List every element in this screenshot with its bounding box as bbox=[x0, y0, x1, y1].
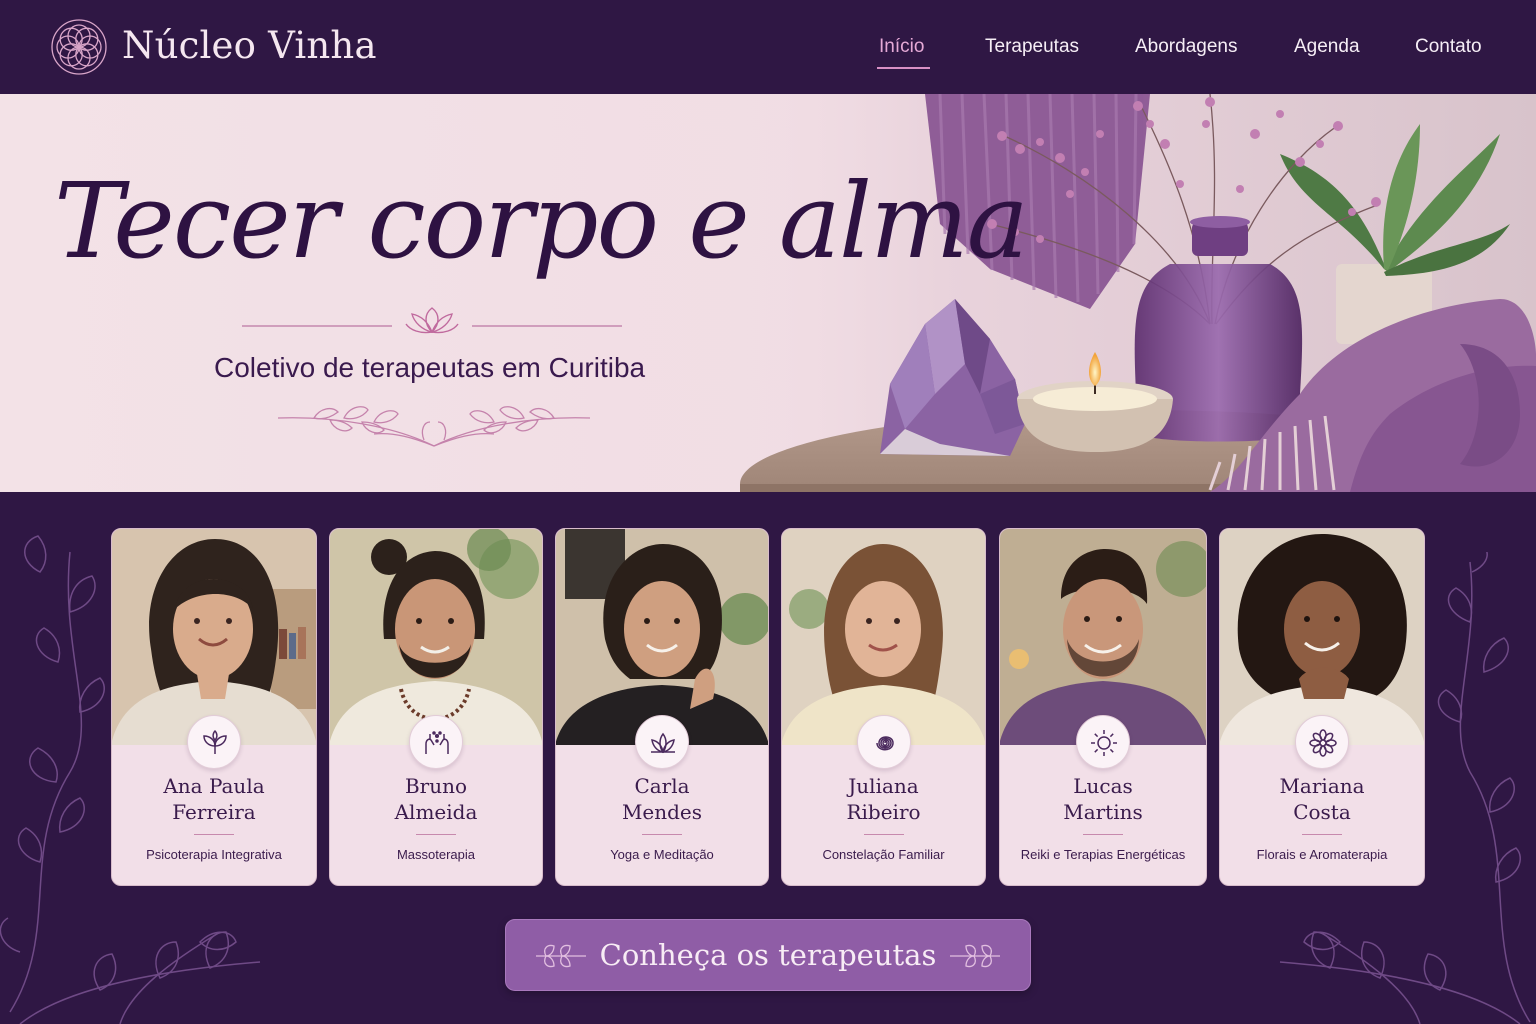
laurel-branch-icon bbox=[277, 406, 591, 447]
nav-agenda[interactable]: Agenda bbox=[1294, 36, 1360, 58]
therapist-name: Bruno Almeida bbox=[394, 774, 478, 824]
therapist-card[interactable]: Ana Paula Ferreira Psicoterapia Integrati… bbox=[111, 528, 317, 886]
spiral-icon bbox=[857, 715, 911, 769]
hero-banner: Tecer corpo e alma Coletivo de terapeuta… bbox=[0, 94, 1536, 492]
site-header: Núcleo Vinha Início Terapeutas Abordagen… bbox=[0, 0, 1536, 94]
therapist-name: Juliana Ribeiro bbox=[846, 774, 921, 824]
brand-name[interactable]: Núcleo Vinha bbox=[122, 24, 377, 67]
nav-terapeutas[interactable]: Terapeutas bbox=[985, 36, 1079, 58]
flower-icon bbox=[1295, 715, 1349, 769]
hero-subtitle: Coletivo de terapeutas em Curitiba bbox=[214, 352, 646, 383]
therapist-specialty: Massoterapia bbox=[396, 847, 476, 862]
therapist-name: Mariana Costa bbox=[1279, 774, 1365, 824]
therapist-photo bbox=[782, 529, 985, 745]
therapist-photo bbox=[1000, 529, 1206, 745]
card-divider bbox=[863, 834, 904, 835]
therapist-card[interactable]: Carla Mendes Yoga e Meditação bbox=[555, 528, 769, 886]
card-divider bbox=[194, 834, 234, 835]
therapist-photo bbox=[330, 529, 542, 745]
therapist-photo bbox=[1220, 529, 1424, 745]
therapist-photo bbox=[112, 529, 316, 745]
therapist-specialty: Psicoterapia Integrativa bbox=[146, 847, 282, 862]
therapist-specialty: Reiki e Terapias Energéticas bbox=[1020, 847, 1186, 862]
nav-contato[interactable]: Contato bbox=[1415, 36, 1482, 58]
lotus-icon bbox=[635, 715, 689, 769]
therapist-photo bbox=[556, 529, 768, 745]
therapist-name: Ana Paula Ferreira bbox=[163, 774, 265, 824]
card-divider bbox=[1302, 834, 1342, 835]
leaf-sprig-icon bbox=[950, 944, 1000, 968]
therapist-specialty: Constelação Familiar bbox=[822, 847, 945, 862]
mandala-logo-icon[interactable] bbox=[50, 18, 108, 76]
therapist-card[interactable]: Juliana Ribeiro Constelação Familiar bbox=[781, 528, 986, 886]
card-divider bbox=[416, 834, 456, 835]
nav-abordagens[interactable]: Abordagens bbox=[1135, 36, 1237, 58]
healing-hands-icon bbox=[409, 715, 463, 769]
hero-title: Tecer corpo e alma bbox=[54, 160, 1029, 282]
therapist-name: Lucas Martins bbox=[1063, 774, 1143, 824]
therapist-card[interactable]: Bruno Almeida Massoterapia bbox=[329, 528, 543, 886]
therapists-section: Ana Paula Ferreira Psicoterapia Integrati… bbox=[0, 492, 1536, 1024]
hero-still-life-image bbox=[740, 94, 1536, 492]
card-divider bbox=[642, 834, 682, 835]
nav-active-indicator bbox=[877, 36, 930, 70]
therapist-card[interactable]: Lucas Martins Reiki e Terapias Energética… bbox=[999, 528, 1207, 886]
lotus-icon bbox=[242, 307, 622, 334]
sun-icon bbox=[1076, 715, 1130, 769]
therapist-specialty: Yoga e Meditação bbox=[610, 847, 714, 862]
sprout-icon bbox=[187, 715, 241, 769]
card-divider bbox=[1083, 834, 1123, 835]
therapist-specialty: Florais e Aromaterapia bbox=[1256, 847, 1388, 862]
therapist-card[interactable]: Mariana Costa Florais e Aromaterapia bbox=[1219, 528, 1425, 886]
meet-therapists-button[interactable]: Conheça os terapeutas bbox=[505, 919, 1031, 991]
therapist-name: Carla Mendes bbox=[621, 774, 703, 824]
